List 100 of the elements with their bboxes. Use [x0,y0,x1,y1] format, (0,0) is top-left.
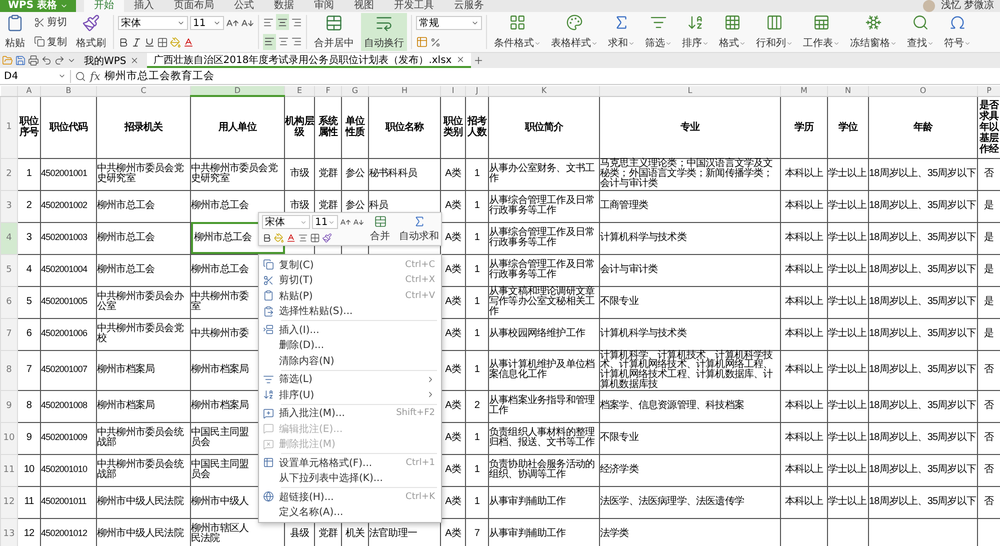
border-icon [310,232,320,243]
column-letter[interactable]: G [342,86,368,96]
ribbon-button[interactable]: 条件格式 [491,13,544,51]
ribbon-button[interactable]: 冻结窗格 [847,13,900,51]
column-letter[interactable]: N [828,86,868,96]
brush-icon [82,14,100,32]
ribbon-tab[interactable]: 云服务 [444,0,494,12]
tool-icon [766,14,783,31]
row-number[interactable]: 3 [0,190,18,222]
header-cell: 系统属性 [314,96,342,158]
font-size-field[interactable]: 11 [312,215,338,230]
ribbon-button[interactable]: 行和列 [753,13,796,51]
ribbon-button[interactable]: 查找 [904,13,937,51]
table-cell: 18周岁以上、35周岁以下 [868,254,978,286]
table-cell: 会计与审计类 [600,254,780,286]
table-cell: 4502001008 [40,390,96,422]
font-size-field[interactable]: 11 [190,16,224,30]
caret-icon [702,40,709,46]
font-field[interactable]: 宋体 [262,215,310,230]
format-painter-button[interactable]: 格式刷 [73,13,109,51]
column-letter[interactable]: D [190,86,284,96]
table-cell: 18周岁以上、35周岁以下 [868,454,978,486]
ribbon-button[interactable]: 表格样式 [548,13,601,51]
ribbon-button[interactable]: 格式 [716,13,749,51]
row-number[interactable]: 11 [0,454,18,486]
row-number[interactable]: 1 [0,96,18,158]
table-cell: 4502001001 [40,158,96,190]
ribbon-button[interactable]: 自动换行 [361,13,407,51]
document-tab[interactable]: 我的WPS [78,53,146,68]
table-cell: 从事综合管理工作及日常行政事务等工作 [488,222,600,254]
ribbon-button[interactable]: 工作表 [800,13,843,51]
column-letter[interactable]: B [40,86,96,96]
ribbon-tab[interactable]: 公式 [224,0,264,12]
copy-button[interactable]: 复制 [32,34,69,50]
row-number[interactable]: 7 [0,318,18,350]
align-right-icon [291,36,302,48]
header-cell: 用人单位 [190,96,284,158]
ribbon-button[interactable]: 排序 [679,13,712,51]
column-letter[interactable]: F [314,86,342,96]
tool-icon [509,14,526,31]
table-cell: 柳州市总工会 [96,254,190,286]
number-format-field[interactable]: 常规 [416,16,482,30]
table-cell: 中共柳州市委员会统战部 [96,454,190,486]
column-letter[interactable]: C [96,86,190,96]
column-letter[interactable]: M [780,86,828,96]
ribbon-tab[interactable]: 开始 [84,0,124,12]
column-letter[interactable]: J [466,86,488,96]
ribbon-button[interactable]: 合并居中 [311,13,357,51]
table-cell: 从事综合管理工作及日常行政事务等工作 [488,254,600,286]
table-cell: 柳州市总工会 [96,190,190,222]
table-cell: 11 [18,486,40,518]
column-letter[interactable]: E [284,86,314,96]
table-cell: 参公 [342,158,368,190]
column-letter[interactable]: H [368,86,440,96]
row-number[interactable]: 4 [0,222,18,254]
paste-button[interactable]: 粘贴 [2,13,28,51]
function-label[interactable]: fx [90,70,100,82]
table-cell: 4502001007 [40,350,96,390]
row-number[interactable]: 9 [0,390,18,422]
name-box[interactable]: D4 [0,70,71,82]
row-number[interactable]: 2 [0,158,18,190]
row-number[interactable]: 5 [0,254,18,286]
table-cell: 中共柳州市委员会党史研究室 [96,158,190,190]
ribbon-tab[interactable]: 页面布局 [164,0,224,12]
column-letter[interactable]: A [18,86,40,96]
row-number[interactable]: 12 [0,486,18,518]
row-number[interactable]: 13 [0,518,18,546]
table-cell: 4502001011 [40,486,96,518]
row-number[interactable]: 10 [0,422,18,454]
cut-button[interactable]: 剪切 [32,14,69,30]
ribbon-button[interactable]: 筛选 [642,13,675,51]
ribbon-button[interactable]: 求和 [605,13,638,51]
column-letter[interactable]: L [600,86,780,96]
row-number[interactable]: 6 [0,286,18,318]
column-letter[interactable]: K [488,86,600,96]
column-letter[interactable]: P [978,86,1000,96]
row-number[interactable]: 8 [0,350,18,390]
table-cell: 4502001012 [40,518,96,546]
ribbon-button[interactable]: 符号 [941,13,974,51]
table-cell: 1 [466,454,488,486]
column-letter[interactable]: I [440,86,466,96]
ribbon-tab[interactable]: 视图 [344,0,384,12]
table-cell: 从事档案业务指导和管理工作 [488,390,600,422]
merge-icon [374,215,386,228]
caret-icon [739,40,746,46]
table-cell: A类 [440,158,466,190]
table-cell: 18周岁以上、35周岁以下 [868,486,978,518]
ribbon-tab[interactable]: 数据 [264,0,304,12]
align-middle-icon[interactable] [276,14,289,30]
table-cell: 从事文稿和理论调研文章写作等办公室文秘相关工作 [488,286,600,318]
formula-field[interactable]: 柳州市总工会教育工会 [104,69,1000,83]
font-field[interactable]: 宋体 [118,16,188,30]
table-cell: 1 [18,158,40,190]
ribbon-tab[interactable]: 插入 [124,0,164,12]
align-left-icon[interactable] [263,34,276,50]
align-bottom-icon [291,16,302,28]
ribbon-tab[interactable]: 开发工具 [384,0,444,12]
document-tab[interactable]: 广西壮族自治区2018年度考试录用公务员职位计划表（发布）.xlsx [147,53,471,68]
column-letter[interactable]: O [868,86,978,96]
menu-icon [263,259,274,270]
